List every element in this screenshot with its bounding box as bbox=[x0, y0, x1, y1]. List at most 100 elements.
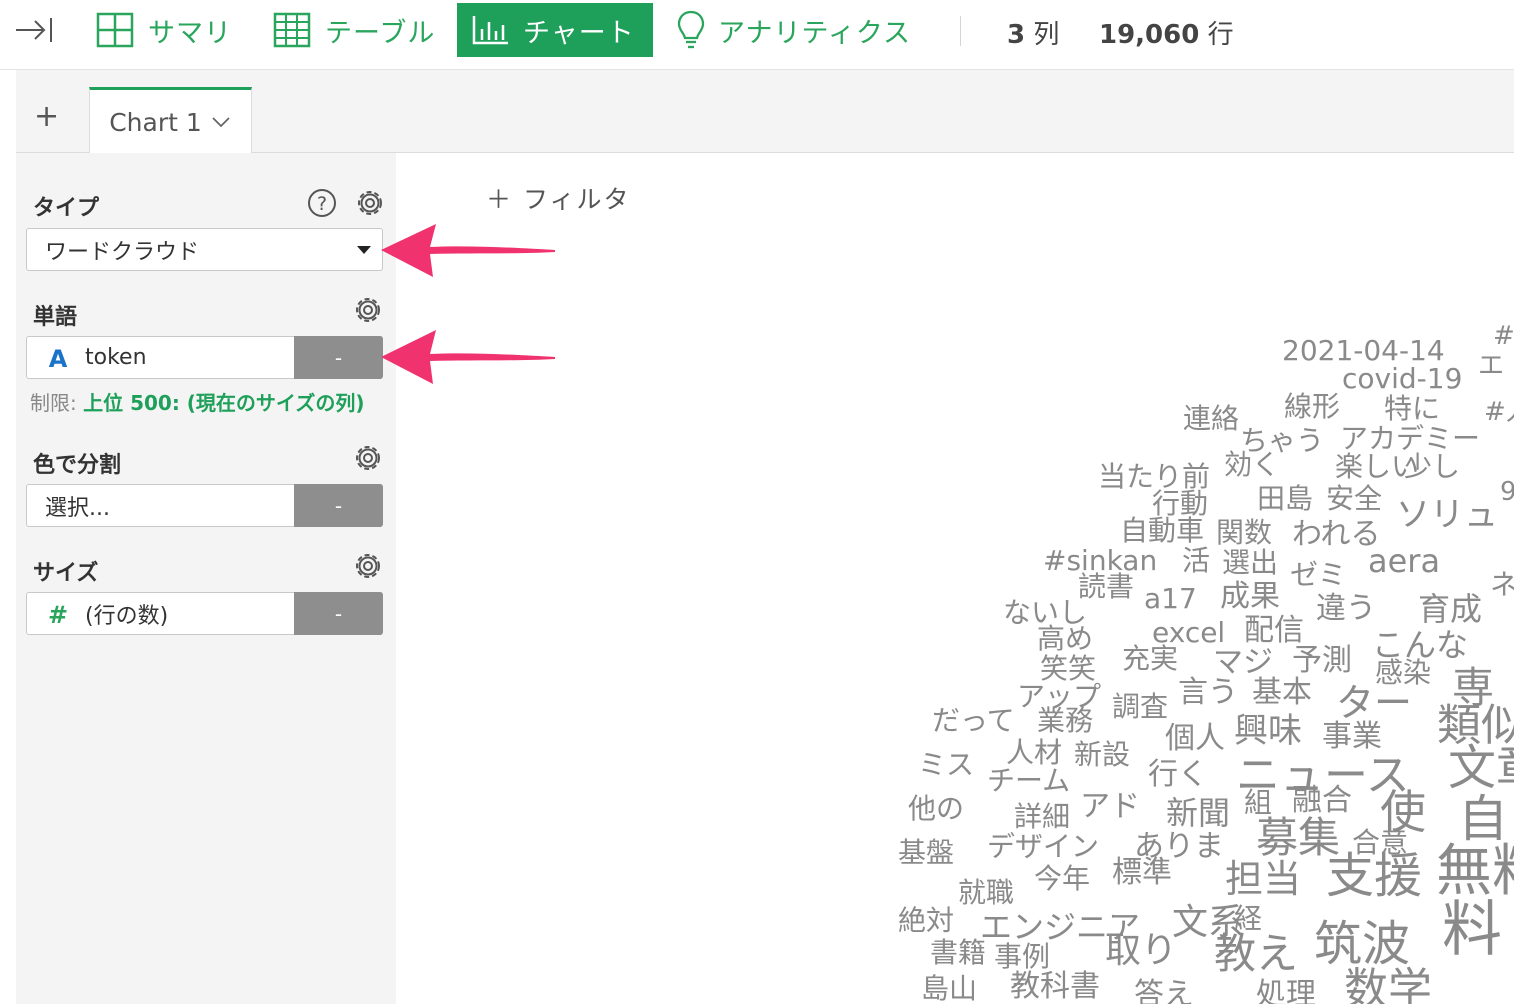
cloud-word: アド bbox=[1080, 789, 1140, 824]
cloud-word: 育成 bbox=[1418, 590, 1482, 628]
cloud-word: # bbox=[1493, 321, 1514, 351]
cloud-word: 特に bbox=[1384, 392, 1440, 425]
color-section-title: 色で分割 bbox=[33, 453, 122, 478]
cloud-word: 選出 bbox=[1222, 546, 1278, 579]
word-column-value: token bbox=[85, 345, 147, 370]
gear-icon[interactable] bbox=[354, 187, 386, 219]
add-chart-button[interactable]: + bbox=[34, 102, 59, 132]
cloud-word: 組 bbox=[1244, 786, 1272, 819]
cloud-word: 9 bbox=[1500, 477, 1514, 507]
cloud-word: 連絡 bbox=[1183, 402, 1239, 435]
cloud-word: だって bbox=[932, 704, 1015, 737]
analytics-label: アナリティクス bbox=[718, 17, 912, 49]
cloud-word: 成果 bbox=[1220, 579, 1280, 614]
cloud-word: 当たり前 bbox=[1098, 460, 1210, 493]
cloud-word: 読書 bbox=[1078, 570, 1134, 603]
cloud-word: 安全 bbox=[1326, 482, 1382, 515]
table-tab-button[interactable]: テーブル bbox=[273, 3, 435, 57]
text-type-icon: A bbox=[49, 346, 68, 370]
cloud-word: 違う bbox=[1316, 591, 1376, 626]
size-value: (行の数) bbox=[85, 603, 169, 629]
cloud-word: #人 bbox=[1484, 397, 1514, 427]
cloud-word: 自 bbox=[1458, 790, 1508, 848]
toolbar-divider bbox=[960, 16, 961, 46]
cloud-word: エ bbox=[1478, 351, 1504, 381]
cloud-word: アカデミー bbox=[1340, 422, 1480, 455]
chart-type-select[interactable]: ワードクラウド bbox=[26, 228, 383, 271]
cloud-word: 書籍 bbox=[930, 936, 986, 969]
cloud-word: 高め bbox=[1037, 622, 1093, 655]
cloud-word: 料 bbox=[1442, 895, 1502, 965]
cloud-word: 就職 bbox=[958, 876, 1014, 909]
cloud-word: 言う bbox=[1178, 675, 1238, 710]
gear-icon[interactable] bbox=[352, 294, 384, 326]
collapse-icon bbox=[16, 18, 52, 42]
plus-icon: ＋ bbox=[486, 185, 514, 214]
cloud-word: 担当 bbox=[1225, 857, 1301, 901]
tab-chart-1[interactable]: Chart 1 bbox=[89, 87, 252, 154]
color-remove-button[interactable]: - bbox=[294, 484, 383, 527]
word-column-field[interactable]: A token - bbox=[26, 336, 383, 379]
word-limit-link[interactable]: 上位 500: (現在のサイズの列) bbox=[83, 391, 364, 415]
chart-type-value: ワードクラウド bbox=[45, 239, 200, 265]
cloud-word: 今年 bbox=[1034, 862, 1090, 895]
cloud-word: 支援 bbox=[1326, 848, 1422, 904]
cloud-word: 予測 bbox=[1292, 643, 1352, 678]
chart-config-panel: タイプ ? ワードクラウド 単語 A token - 制限: 上位 500: (… bbox=[16, 153, 396, 1004]
cloud-word: 新聞 bbox=[1166, 794, 1230, 832]
cloud-word: a17 bbox=[1144, 582, 1197, 615]
word-remove-button[interactable]: - bbox=[294, 336, 383, 379]
cloud-word: 事業 bbox=[1322, 719, 1382, 754]
gear-icon[interactable] bbox=[352, 442, 384, 474]
gear-icon[interactable] bbox=[352, 550, 384, 582]
word-limit-text: 制限: 上位 500: (現在のサイズの列) bbox=[30, 391, 365, 415]
cloud-word: 標準 bbox=[1112, 855, 1172, 890]
collapse-sidebar-button[interactable] bbox=[14, 3, 54, 57]
filter-label: フィルタ bbox=[522, 185, 631, 214]
chart-tab-bar: + Chart 1 bbox=[16, 70, 1514, 154]
cloud-word: 人材 bbox=[1006, 736, 1062, 769]
cloud-word: 業務 bbox=[1037, 704, 1093, 737]
svg-text:#: # bbox=[48, 602, 68, 626]
size-remove-button[interactable]: - bbox=[294, 592, 383, 635]
summary-icon bbox=[96, 12, 134, 48]
cloud-word: こんな bbox=[1372, 626, 1468, 664]
color-split-value: 選択... bbox=[45, 495, 110, 521]
cloud-word: 絶対 bbox=[898, 904, 954, 937]
cloud-word: マジ bbox=[1213, 645, 1273, 680]
add-filter-button[interactable]: ＋ フィルタ bbox=[486, 180, 630, 216]
column-count: 3 列 bbox=[1007, 20, 1060, 50]
cloud-word: 行く bbox=[1148, 757, 1208, 792]
annotation-arrow-type bbox=[381, 224, 555, 277]
summary-tab-button[interactable]: サマリ bbox=[96, 3, 232, 57]
help-icon[interactable]: ? bbox=[306, 187, 338, 219]
color-split-field[interactable]: 選択... - bbox=[26, 484, 383, 527]
cloud-word: aera bbox=[1368, 542, 1440, 580]
analytics-tab-button[interactable]: アナリティクス bbox=[676, 3, 911, 57]
cloud-word: 合意 bbox=[1352, 826, 1408, 859]
cloud-word: 興味 bbox=[1234, 711, 1302, 751]
cloud-word: 教科書 bbox=[1010, 969, 1100, 1004]
cloud-word: 経 bbox=[1234, 902, 1262, 935]
cloud-word: ター bbox=[1336, 681, 1412, 725]
table-icon bbox=[273, 12, 311, 48]
cloud-word: ちゃう bbox=[1240, 424, 1324, 457]
cloud-word: 感染 bbox=[1375, 656, 1431, 689]
cloud-word: covid-19 bbox=[1342, 362, 1462, 395]
chart-tab-button[interactable]: チャート bbox=[457, 3, 653, 57]
cloud-word: 募集 bbox=[1256, 813, 1340, 862]
cloud-word: デザイン bbox=[987, 830, 1099, 863]
cloud-word: ネ bbox=[1490, 568, 1514, 601]
cloud-word: ミス bbox=[918, 748, 974, 781]
cloud-word: われる bbox=[1292, 517, 1381, 552]
cloud-word: エンジニア bbox=[980, 908, 1140, 946]
cloud-word: 筑波 bbox=[1314, 916, 1410, 972]
cloud-word: 文章 bbox=[1448, 740, 1514, 796]
cloud-word: 答え bbox=[1134, 977, 1194, 1004]
cloud-word: 充実 bbox=[1122, 642, 1178, 675]
size-field[interactable]: # (行の数) - bbox=[26, 592, 383, 635]
cloud-word: #sinkan bbox=[1043, 544, 1157, 577]
cloud-word: 効く bbox=[1224, 448, 1280, 481]
toolbar: サマリ テーブル チャート アナリティクス 3 列 19,060 行 bbox=[0, 0, 1514, 70]
cloud-word: 専 bbox=[1452, 663, 1494, 712]
